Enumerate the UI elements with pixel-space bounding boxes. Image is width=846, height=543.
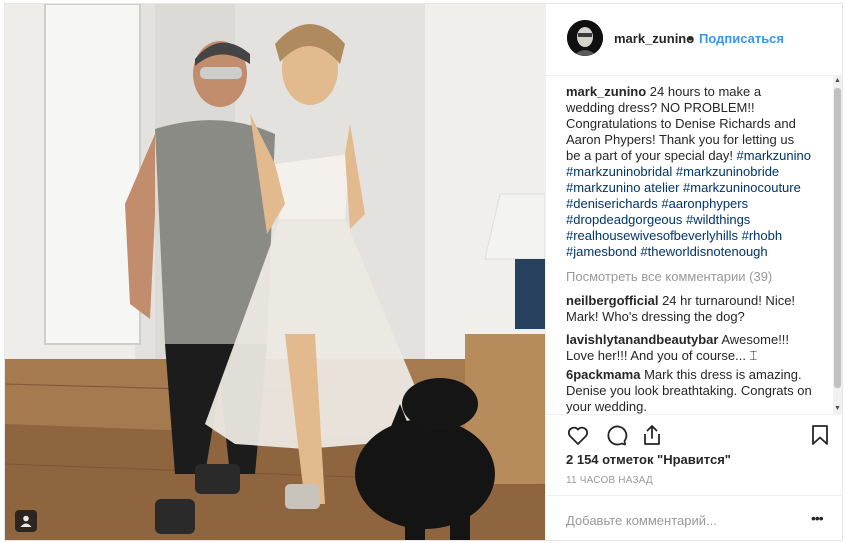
avatar-image: [567, 20, 603, 56]
comment-item: lavishlytanandbeautybar Awesome!!! Love …: [566, 332, 812, 364]
add-comment-bar: Добавьте комментарий... •••: [546, 495, 843, 541]
post-header: mark_zunino • Подписаться: [546, 4, 843, 76]
post-frame: mark_zunino • Подписаться mark_zunino 24…: [4, 3, 843, 541]
post-username[interactable]: mark_zunino: [614, 31, 694, 46]
comment-username[interactable]: lavishlytanandbeautybar: [566, 332, 718, 347]
heart-icon[interactable]: [566, 423, 590, 447]
comment-username[interactable]: 6packmama: [566, 367, 640, 382]
bookmark-icon[interactable]: [808, 423, 832, 447]
scroll-thumb[interactable]: [834, 88, 841, 388]
caption: mark_zunino 24 hours to make a wedding d…: [566, 84, 812, 260]
post-actions: [546, 414, 843, 455]
post-sidebar: mark_zunino • Подписаться mark_zunino 24…: [545, 4, 843, 540]
scroll-down-arrow-icon[interactable]: ▼: [833, 404, 842, 414]
scroll-up-arrow-icon[interactable]: ▲: [833, 76, 842, 86]
separator-dot: •: [688, 31, 693, 46]
user-tag-button[interactable]: [15, 510, 37, 532]
comment-item: 6packmama Mark this dress is amazing. De…: [566, 367, 812, 414]
avatar[interactable]: [567, 20, 603, 56]
view-all-comments-link[interactable]: Посмотреть все комментарии (39): [566, 269, 772, 284]
comment-username[interactable]: neilbergofficial: [566, 293, 658, 308]
post-timestamp[interactable]: 11 ЧАСОВ НАЗАД: [566, 475, 653, 486]
comments-section[interactable]: mark_zunino 24 hours to make a wedding d…: [546, 76, 843, 414]
caption-hashtags[interactable]: #markzunino #markzuninobridal #markzunin…: [566, 148, 811, 259]
more-options-icon[interactable]: •••: [811, 510, 824, 526]
share-icon[interactable]: [640, 423, 664, 447]
user-tag-icon: [20, 515, 32, 527]
add-comment-input[interactable]: Добавьте комментарий...: [566, 513, 717, 528]
comments-scrollbar[interactable]: ▲ ▼: [833, 76, 842, 414]
photo-illustration: [5, 4, 545, 540]
comment-item: neilbergofficial 24 hr turnaround! Nice!…: [566, 293, 812, 325]
likes-count[interactable]: 2 154 отметок "Нравится": [566, 452, 731, 467]
comment-icon[interactable]: [604, 423, 628, 447]
caption-username[interactable]: mark_zunino: [566, 84, 646, 99]
follow-button[interactable]: Подписаться: [699, 31, 784, 46]
post-photo[interactable]: [5, 4, 545, 540]
